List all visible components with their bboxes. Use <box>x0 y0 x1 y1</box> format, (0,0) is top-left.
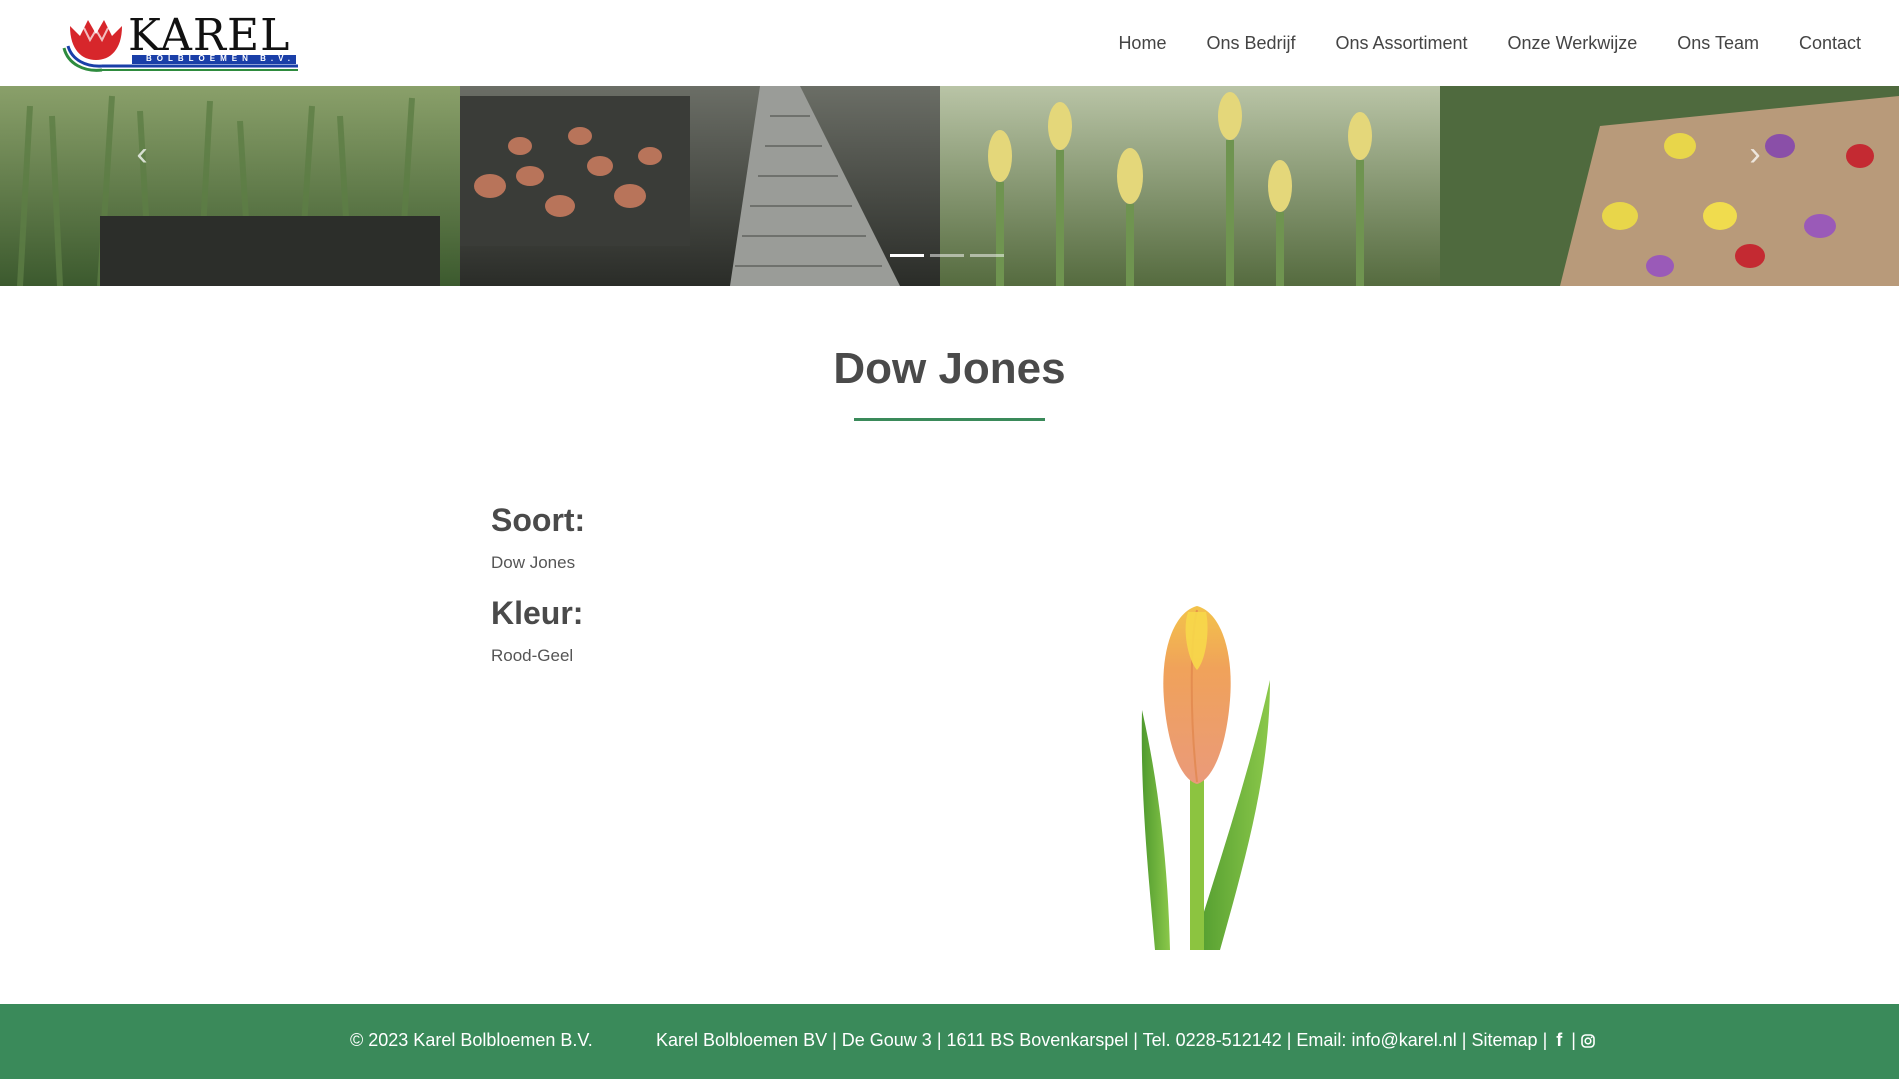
logo-tagline: BOLBLOEMEN B.V. <box>146 54 295 63</box>
footer-contact-info: Karel Bolbloemen BV | De Gouw 3 | 1611 B… <box>656 1030 1595 1051</box>
carousel-next-button[interactable]: › <box>1735 124 1775 184</box>
kleur-value: Rood-Geel <box>491 646 574 665</box>
soort-value: Dow Jones <box>491 553 576 572</box>
carousel-prev-button[interactable]: ‹ <box>122 124 162 184</box>
carousel-indicators <box>890 254 1004 257</box>
nav-ons-team[interactable]: Ons Team <box>1677 33 1759 54</box>
carousel-indicator-1[interactable] <box>890 254 924 257</box>
kleur-heading: Kleur: <box>491 595 584 631</box>
site-footer: © 2023 Karel Bolbloemen B.V. Karel Bolbl… <box>0 1004 1899 1079</box>
page-title: Dow Jones <box>833 344 1066 393</box>
chevron-left-icon: ‹ <box>136 134 148 173</box>
carousel-indicator-3[interactable] <box>970 254 1004 257</box>
footer-email-link[interactable]: info@karel.nl <box>1351 1030 1456 1050</box>
nav-onze-werkwijze[interactable]: Onze Werkwijze <box>1508 33 1638 54</box>
nav-home[interactable]: Home <box>1118 33 1166 54</box>
footer-separator: | <box>1571 1030 1576 1050</box>
carousel-indicator-2[interactable] <box>930 254 964 257</box>
footer-separator: | <box>1461 1030 1467 1050</box>
karel-logo[interactable]: KAREL BOLBLOEMEN B.V. <box>62 10 302 74</box>
hero-carousel: ‹ › <box>0 86 1899 286</box>
soort-heading: Soort: <box>491 502 586 538</box>
footer-sitemap-link[interactable]: Sitemap <box>1472 1030 1538 1050</box>
main-nav: Home Ons Bedrijf Ons Assortiment Onze We… <box>1118 0 1861 86</box>
footer-copyright: © 2023 Karel Bolbloemen B.V. <box>350 1030 593 1050</box>
title-divider <box>854 418 1045 421</box>
facebook-icon[interactable]: f <box>1552 1030 1566 1051</box>
chevron-right-icon: › <box>1749 134 1761 173</box>
nav-ons-assortiment[interactable]: Ons Assortiment <box>1336 33 1468 54</box>
instagram-icon[interactable] <box>1581 1030 1595 1051</box>
site-header: KAREL BOLBLOEMEN B.V. Home Ons Bedrijf O… <box>0 0 1899 86</box>
nav-ons-bedrijf[interactable]: Ons Bedrijf <box>1206 33 1295 54</box>
tulip-product-image <box>1130 600 1280 950</box>
product-details: Soort: Dow Jones Kleur: Rood-Geel <box>491 502 585 688</box>
footer-separator: | <box>1542 1030 1548 1050</box>
nav-contact[interactable]: Contact <box>1799 33 1861 54</box>
footer-address: Karel Bolbloemen BV | De Gouw 3 | 1611 B… <box>656 1030 1347 1050</box>
